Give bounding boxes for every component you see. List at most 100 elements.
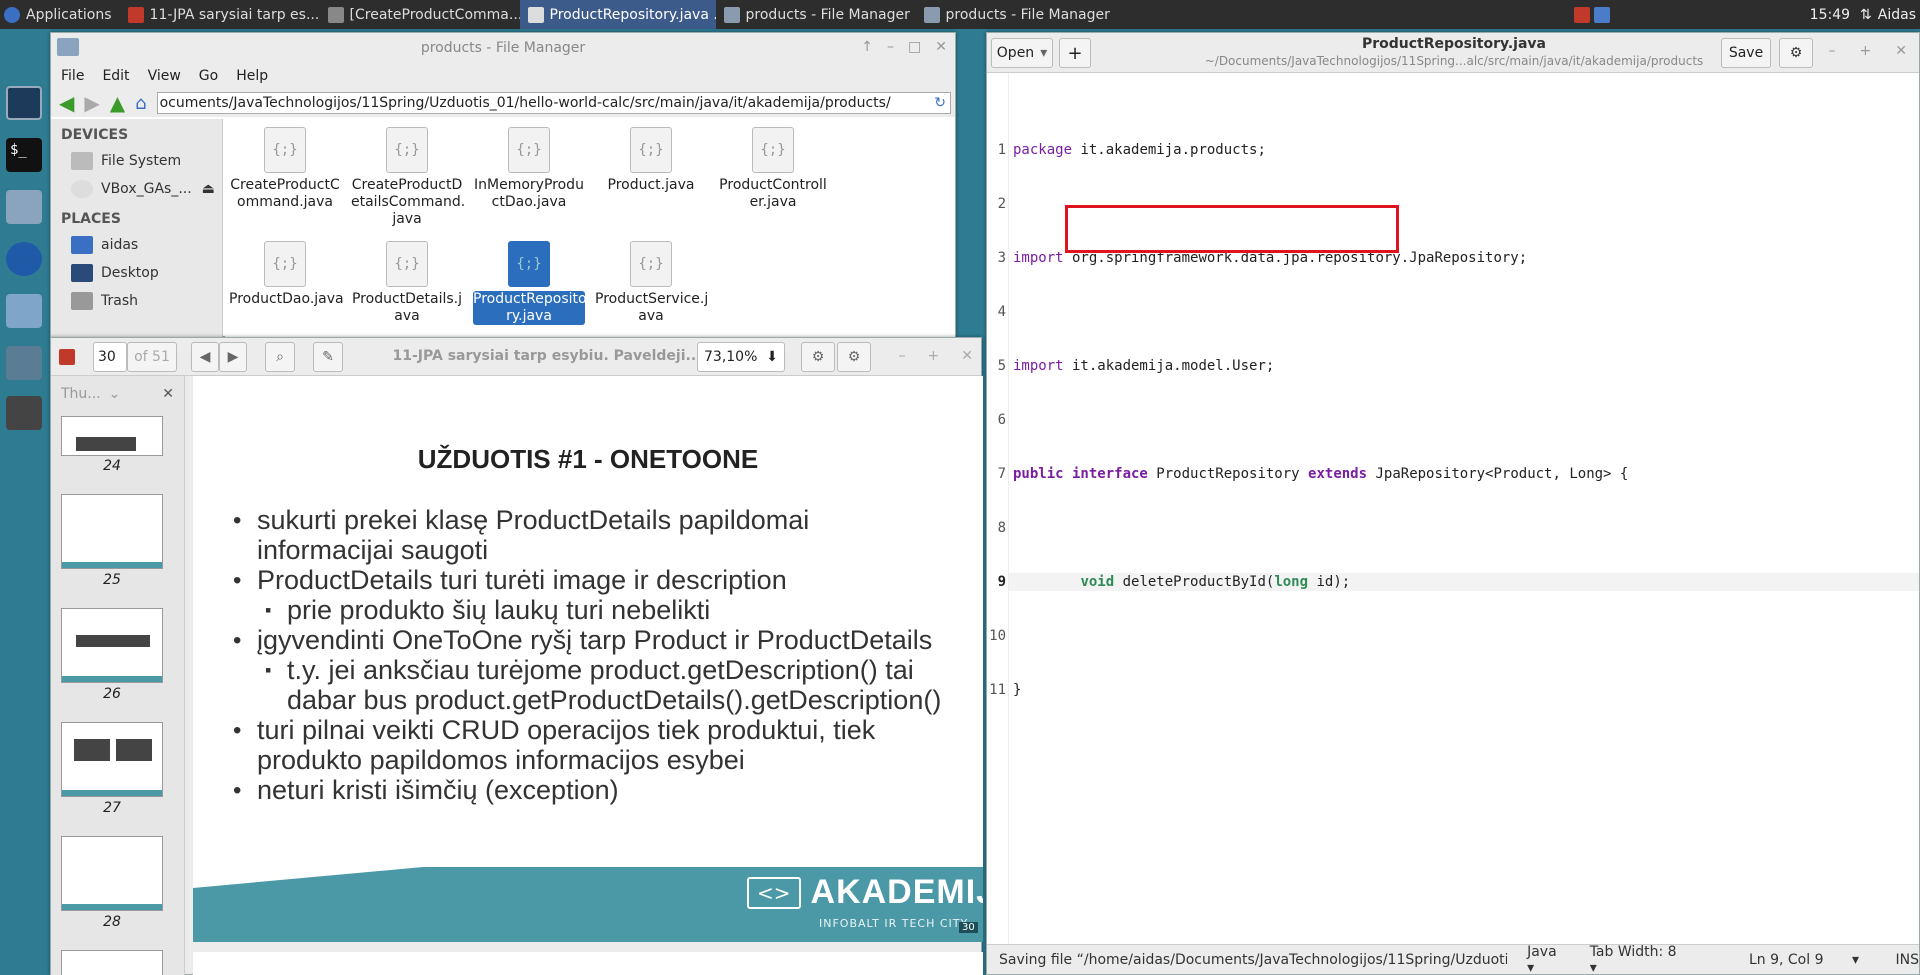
pdf-viewer-window: 30 of 51 ◀ ▶ ⌕ ✎ 11-JPA sarysiai tarp es… bbox=[50, 337, 983, 975]
next-page-button[interactable]: ▶ bbox=[219, 342, 247, 372]
settings-button[interactable]: ⚙ bbox=[801, 342, 835, 372]
menu-button[interactable]: ⚙ bbox=[837, 342, 871, 372]
file-grid: {;} CreateProductC ommand.java {;} CreatePr… bbox=[225, 119, 955, 337]
maximize-button[interactable]: □ bbox=[908, 39, 921, 55]
file-item[interactable]: {;} CreateProductD etailsCommand. java bbox=[351, 127, 465, 228]
sidebar-item-trash[interactable]: Trash bbox=[51, 287, 222, 315]
clock[interactable]: 15:49 bbox=[1810, 7, 1850, 23]
sidebar-item-desktop[interactable]: Desktop bbox=[51, 259, 222, 287]
text-editor-window: Open ▾ + ProductRepository.java ~/Documen… bbox=[986, 32, 1920, 975]
home-icon[interactable]: ⌂ bbox=[135, 93, 146, 114]
annotate-button[interactable]: ✎ bbox=[313, 342, 343, 372]
applications-menu[interactable]: Applications bbox=[0, 0, 120, 29]
thumbnail-page[interactable] bbox=[61, 950, 163, 975]
taskbar-item-file-manager-1[interactable]: products - File Manager bbox=[716, 0, 916, 29]
home-folder-icon[interactable] bbox=[6, 190, 42, 224]
code-area[interactable]: package it.akademija.products; ​ import … bbox=[1009, 73, 1919, 946]
thumbnail-panel: Thu... ⌄ ✕ 24 25 26 27 28 bbox=[51, 376, 185, 975]
utility-icon[interactable] bbox=[6, 396, 42, 430]
tab-width-select[interactable]: Tab Width: 8 ▾ bbox=[1590, 944, 1687, 975]
user-menu[interactable]: Aidas bbox=[1878, 7, 1916, 23]
next-page-edge bbox=[193, 952, 983, 975]
network-icon[interactable]: ⇅ bbox=[1860, 7, 1872, 23]
top-panel: Applications 11-JPA sarysiai tarp es... … bbox=[0, 0, 1920, 29]
language-select[interactable]: Java ▾ bbox=[1527, 944, 1568, 975]
file-item[interactable]: {;} CreateProductC ommand.java bbox=[229, 127, 341, 211]
close-button[interactable]: ✕ bbox=[935, 39, 947, 55]
file-item[interactable]: {;} ProductControll er.java bbox=[717, 127, 829, 211]
eject-icon[interactable]: ⏏ bbox=[202, 181, 215, 197]
file-item[interactable]: {;} ProductDetails.j ava bbox=[351, 241, 463, 325]
taskbar-item-file-manager-2[interactable]: products - File Manager bbox=[916, 0, 1116, 29]
minimize-button[interactable]: – bbox=[899, 348, 906, 364]
editor-headerbar[interactable]: Open ▾ + ProductRepository.java ~/Documen… bbox=[987, 33, 1919, 73]
menu-view[interactable]: View bbox=[148, 68, 181, 84]
sidebar-item-file-system[interactable]: File System bbox=[51, 147, 222, 175]
page-number-field[interactable]: 30 bbox=[93, 342, 127, 372]
editor-tray-icon[interactable] bbox=[1593, 6, 1610, 23]
cursor-position[interactable]: Ln 9, Col 9 ▾ bbox=[1749, 952, 1874, 968]
disc-icon bbox=[71, 180, 93, 198]
zoom-select[interactable]: 73,10% ⬇ bbox=[697, 342, 785, 372]
gear-icon: ⚙ bbox=[811, 349, 825, 365]
path-field[interactable]: ocuments/JavaTechnologijos/11Spring/Uzdu… bbox=[156, 92, 951, 114]
file-item-selected[interactable]: {;} ProductReposito ry.java bbox=[473, 241, 587, 325]
taskbar-item-editor-1[interactable]: [CreateProductComma... bbox=[320, 0, 520, 29]
minimize-button[interactable]: – bbox=[887, 39, 894, 55]
location-toolbar: ◀ ▶ ▲ ⌂ ocuments/JavaTechnologijos/11Spr… bbox=[51, 89, 955, 117]
search-icon: ⌕ bbox=[276, 349, 284, 365]
insert-mode[interactable]: INS bbox=[1896, 952, 1920, 968]
save-button[interactable]: Save bbox=[1721, 38, 1771, 68]
prev-page-button[interactable]: ◀ bbox=[191, 342, 219, 372]
close-button[interactable]: ✕ bbox=[961, 348, 973, 364]
java-file-icon: {;} bbox=[508, 241, 550, 287]
thumbnail-number: 24 bbox=[103, 458, 121, 474]
close-icon[interactable]: ✕ bbox=[162, 386, 174, 402]
menubar: File Edit View Go Help bbox=[51, 63, 955, 89]
folder-icon[interactable] bbox=[6, 294, 42, 328]
thumbnail-page[interactable] bbox=[61, 836, 163, 911]
settings-button[interactable]: ⚙ bbox=[1779, 38, 1813, 68]
web-browser-icon[interactable] bbox=[6, 242, 42, 276]
chevron-down-icon[interactable]: ⌄ bbox=[109, 386, 121, 402]
pdf-tray-icon[interactable] bbox=[1573, 6, 1590, 23]
monitor-icon[interactable] bbox=[6, 86, 42, 120]
sidebar-item-vbox[interactable]: VBox_GAs_... ⏏ bbox=[51, 175, 222, 203]
reload-icon[interactable]: ↻ bbox=[930, 95, 950, 111]
taskbar-item-editor-2[interactable]: ProductRepository.java ... bbox=[519, 0, 716, 29]
file-manager-titlebar[interactable]: products - File Manager ↑ – □ ✕ bbox=[51, 33, 955, 63]
folder-icon bbox=[923, 6, 940, 23]
menu-help[interactable]: Help bbox=[236, 68, 268, 84]
up-icon[interactable]: ▲ bbox=[110, 91, 125, 115]
minimize-button[interactable]: – bbox=[1829, 43, 1836, 59]
bullet-dot-icon: • bbox=[233, 717, 242, 744]
file-item[interactable]: {;} Product.java bbox=[595, 127, 707, 194]
thumbnail-page[interactable] bbox=[61, 416, 163, 456]
maximize-button[interactable]: + bbox=[1860, 43, 1872, 59]
sidebar-item-aidas[interactable]: aidas bbox=[51, 231, 222, 259]
forward-icon[interactable]: ▶ bbox=[84, 91, 99, 115]
menu-file[interactable]: File bbox=[61, 68, 84, 84]
back-icon[interactable]: ◀ bbox=[59, 91, 74, 115]
file-item[interactable]: {;} InMemoryProdu ctDao.java bbox=[473, 127, 585, 211]
close-button[interactable]: ✕ bbox=[1895, 43, 1907, 59]
shade-button[interactable]: ↑ bbox=[861, 39, 873, 55]
taskbar-item-pdf[interactable]: 11-JPA sarysiai tarp es... bbox=[120, 0, 320, 29]
thumbnail-page[interactable] bbox=[61, 608, 163, 683]
java-file-icon: {;} bbox=[386, 127, 428, 173]
file-item[interactable]: {;} ProductService.j ava bbox=[595, 241, 708, 325]
sidebar: DEVICES File System VBox_GAs_... ⏏ PLACES… bbox=[51, 119, 223, 337]
page-badge: 30 bbox=[959, 922, 978, 933]
menu-edit[interactable]: Edit bbox=[102, 68, 129, 84]
menu-go[interactable]: Go bbox=[199, 68, 218, 84]
devices-heading: DEVICES bbox=[61, 127, 129, 143]
maximize-button[interactable]: + bbox=[928, 348, 940, 364]
search-button[interactable]: ⌕ bbox=[265, 342, 295, 372]
thumbnail-number: 27 bbox=[103, 800, 121, 816]
java-file-icon: {;} bbox=[264, 241, 306, 287]
thumbnail-page[interactable] bbox=[61, 722, 163, 797]
app-store-icon[interactable] bbox=[6, 346, 42, 380]
terminal-icon[interactable]: $_ bbox=[6, 138, 42, 172]
thumbnail-page[interactable] bbox=[61, 494, 163, 569]
file-item[interactable]: {;} ProductDao.java bbox=[229, 241, 344, 308]
